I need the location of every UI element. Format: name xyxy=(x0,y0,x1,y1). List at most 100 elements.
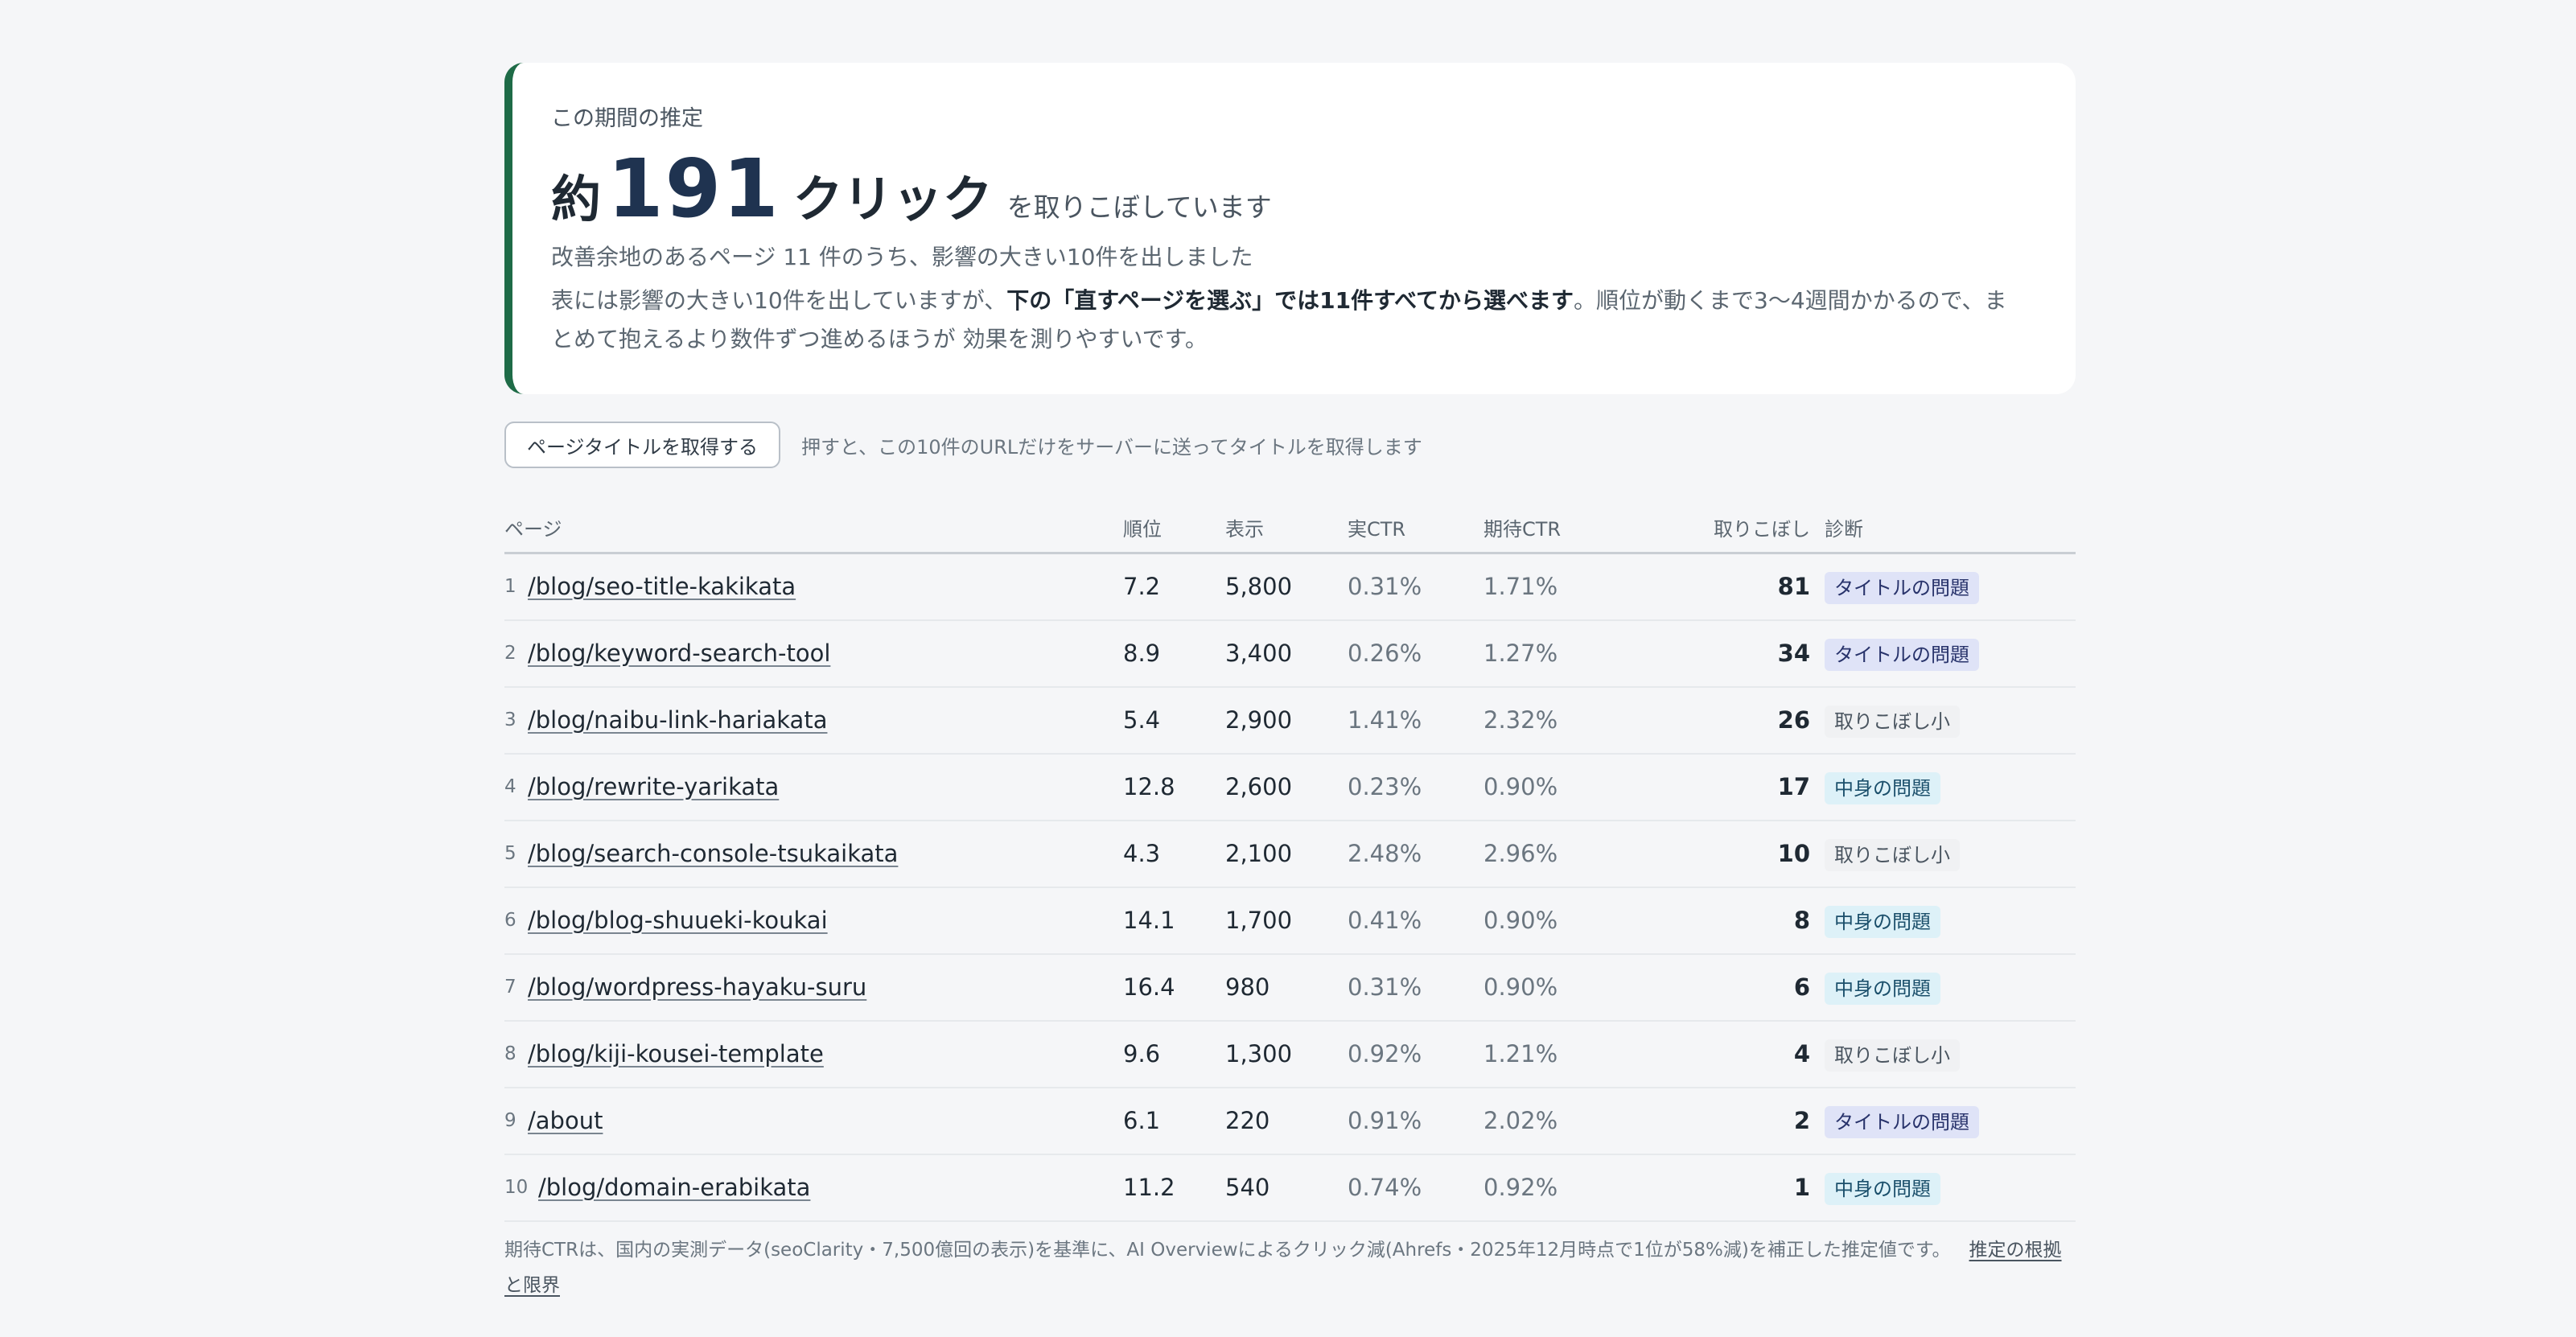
expected-ctr-value: 1.21% xyxy=(1483,1040,1558,1068)
page-url-link[interactable]: /blog/seo-title-kakikata xyxy=(528,554,796,619)
footer-note-text: 期待CTRは、国内の実測データ(seoClarity・7,500億回の表示)を基… xyxy=(504,1240,1951,1261)
expected-ctr-value: 0.90% xyxy=(1483,973,1558,1001)
lost-clicks-value: 10 xyxy=(1777,840,1810,867)
page-url-link[interactable]: /blog/naibu-link-hariakata xyxy=(528,688,827,753)
impressions-value: 3,400 xyxy=(1225,640,1293,667)
header-page: ページ xyxy=(504,518,562,541)
headline-unit: クリック xyxy=(792,170,993,228)
row-number: 6 xyxy=(504,910,516,931)
note-bold-text: 下の「直すページを選ぶ」では11件すべてから選べます xyxy=(1006,287,1574,314)
actual-ctr-value: 2.48% xyxy=(1348,840,1422,867)
expected-ctr-value: 2.32% xyxy=(1483,706,1558,734)
page-url-link[interactable]: /blog/domain-erabikata xyxy=(538,1155,810,1220)
table-row: 3/blog/naibu-link-hariakata 5.4 2,900 1.41%… xyxy=(504,688,2076,755)
rank-value: 12.8 xyxy=(1123,773,1175,800)
diagnosis-badge: 中身の問題 xyxy=(1825,973,1940,1005)
rank-value: 11.2 xyxy=(1123,1174,1175,1201)
row-number: 3 xyxy=(504,710,516,730)
page-url-link[interactable]: /blog/blog-shuueki-koukai xyxy=(528,888,828,953)
diagnosis-badge: 取りこぼし小 xyxy=(1825,706,1960,738)
lost-clicks-value: 17 xyxy=(1777,773,1810,800)
diagnosis-badge: 中身の問題 xyxy=(1825,772,1940,804)
expected-ctr-value: 1.27% xyxy=(1483,640,1558,667)
impressions-value: 2,600 xyxy=(1225,773,1293,800)
table-body: 1/blog/seo-title-kakikata 7.2 5,800 0.31% 1.… xyxy=(504,554,2076,1222)
table-row: 6/blog/blog-shuueki-koukai 14.1 1,700 0.41%… xyxy=(504,888,2076,955)
page-url-link[interactable]: /blog/search-console-tsukaikata xyxy=(528,821,898,887)
page-url-link[interactable]: /blog/rewrite-yarikata xyxy=(528,755,779,820)
diagnosis-cell: 中身の問題 xyxy=(1825,755,1940,820)
row-number: 9 xyxy=(504,1110,516,1131)
diagnosis-badge: タイトルの問題 xyxy=(1825,572,1979,604)
rank-value: 16.4 xyxy=(1123,973,1175,1001)
diagnosis-badge: タイトルの問題 xyxy=(1825,639,1979,671)
rank-value: 7.2 xyxy=(1123,573,1161,600)
page-url-link[interactable]: /blog/wordpress-hayaku-suru xyxy=(528,955,866,1020)
lost-clicks-value: 26 xyxy=(1777,706,1810,734)
actual-ctr-value: 0.91% xyxy=(1348,1107,1422,1134)
header-rank: 順位 xyxy=(1123,518,1162,541)
expected-ctr-value: 2.02% xyxy=(1483,1107,1558,1134)
expected-ctr-value: 0.90% xyxy=(1483,907,1558,934)
lost-clicks-number: 191 xyxy=(607,142,780,236)
expected-ctr-value: 0.92% xyxy=(1483,1174,1558,1201)
diagnosis-cell: タイトルの問題 xyxy=(1825,554,1979,619)
table-row: 4/blog/rewrite-yarikata 12.8 2,600 0.23% 0.9… xyxy=(504,755,2076,821)
diagnosis-cell: タイトルの問題 xyxy=(1825,621,1979,686)
expected-ctr-value: 2.96% xyxy=(1483,840,1558,867)
lost-clicks-value: 8 xyxy=(1793,907,1810,934)
diagnosis-badge: 取りこぼし小 xyxy=(1825,839,1960,871)
actual-ctr-value: 0.31% xyxy=(1348,573,1422,600)
lost-clicks-value: 1 xyxy=(1793,1174,1810,1201)
row-number: 8 xyxy=(504,1043,516,1064)
impressions-value: 2,900 xyxy=(1225,706,1293,734)
table-header: ページ 順位 表示 実CTR 期待CTR 取りこぼし 診断 xyxy=(504,504,2076,554)
table-row: 10/blog/domain-erabikata 11.2 540 0.74% 0.92… xyxy=(504,1155,2076,1222)
impressions-value: 980 xyxy=(1225,973,1270,1001)
diagnosis-badge: 中身の問題 xyxy=(1825,906,1940,938)
diagnosis-cell: 中身の問題 xyxy=(1825,888,1940,953)
diagnosis-cell: 取りこぼし小 xyxy=(1825,821,1960,887)
footer-note: 期待CTRは、国内の実測データ(seoClarity・7,500億回の表示)を基… xyxy=(504,1232,2076,1303)
rank-value: 9.6 xyxy=(1123,1040,1161,1068)
fetch-hint: 押すと、この10件のURLだけをサーバーに送ってタイトルを取得します xyxy=(801,435,1422,459)
row-number: 10 xyxy=(504,1177,529,1198)
row-number: 7 xyxy=(504,977,516,998)
page-url-link[interactable]: /blog/keyword-search-tool xyxy=(528,621,830,686)
actual-ctr-value: 0.31% xyxy=(1348,973,1422,1001)
lost-clicks-value: 2 xyxy=(1793,1107,1810,1134)
impressions-value: 5,800 xyxy=(1225,573,1293,600)
actual-ctr-value: 0.92% xyxy=(1348,1040,1422,1068)
rank-value: 4.3 xyxy=(1123,840,1161,867)
diagnosis-cell: 取りこぼし小 xyxy=(1825,688,1960,753)
impressions-value: 1,700 xyxy=(1225,907,1293,934)
impressions-value: 1,300 xyxy=(1225,1040,1293,1068)
row-number: 4 xyxy=(504,776,516,797)
diagnosis-cell: 中身の問題 xyxy=(1825,955,1940,1020)
summary-card: この期間の推定 約 191 クリック を取りこぼしています 改善余地のあるページ… xyxy=(504,63,2076,394)
row-number: 2 xyxy=(504,643,516,664)
actual-ctr-value: 1.41% xyxy=(1348,706,1422,734)
diagnosis-cell: 取りこぼし小 xyxy=(1825,1022,1960,1087)
table-row: 5/blog/search-console-tsukaikata 4.3 2,100… xyxy=(504,821,2076,888)
lost-clicks-table: ページ 順位 表示 実CTR 期待CTR 取りこぼし 診断 1/blog/seo… xyxy=(504,504,2076,1222)
page-url-link[interactable]: /about xyxy=(528,1088,603,1154)
impressions-value: 220 xyxy=(1225,1107,1270,1134)
lost-clicks-value: 81 xyxy=(1777,573,1810,600)
table-row: 7/blog/wordpress-hayaku-suru 16.4 980 0.31%… xyxy=(504,955,2076,1022)
page-url-link[interactable]: /blog/kiji-kousei-template xyxy=(528,1022,824,1087)
actual-ctr-value: 0.23% xyxy=(1348,773,1422,800)
lost-clicks-value: 4 xyxy=(1793,1040,1810,1068)
table-row: 8/blog/kiji-kousei-template 9.6 1,300 0.92%… xyxy=(504,1022,2076,1088)
row-number: 5 xyxy=(504,843,516,864)
table-row: 1/blog/seo-title-kakikata 7.2 5,800 0.31% 1.… xyxy=(504,554,2076,621)
table-row: 9/about 6.1 220 0.91% 2.02% 2 タイトルの問題 xyxy=(504,1088,2076,1155)
lost-clicks-value: 34 xyxy=(1777,640,1810,667)
expected-ctr-value: 1.71% xyxy=(1483,573,1558,600)
diagnosis-badge: タイトルの問題 xyxy=(1825,1106,1979,1138)
header-expected-ctr: 期待CTR xyxy=(1483,518,1562,541)
lost-clicks-headline: 約 191 クリック を取りこぼしています xyxy=(551,142,2024,236)
expected-ctr-value: 0.90% xyxy=(1483,773,1558,800)
fetch-page-titles-button[interactable]: ページタイトルを取得する xyxy=(504,422,781,468)
actual-ctr-value: 0.41% xyxy=(1348,907,1422,934)
